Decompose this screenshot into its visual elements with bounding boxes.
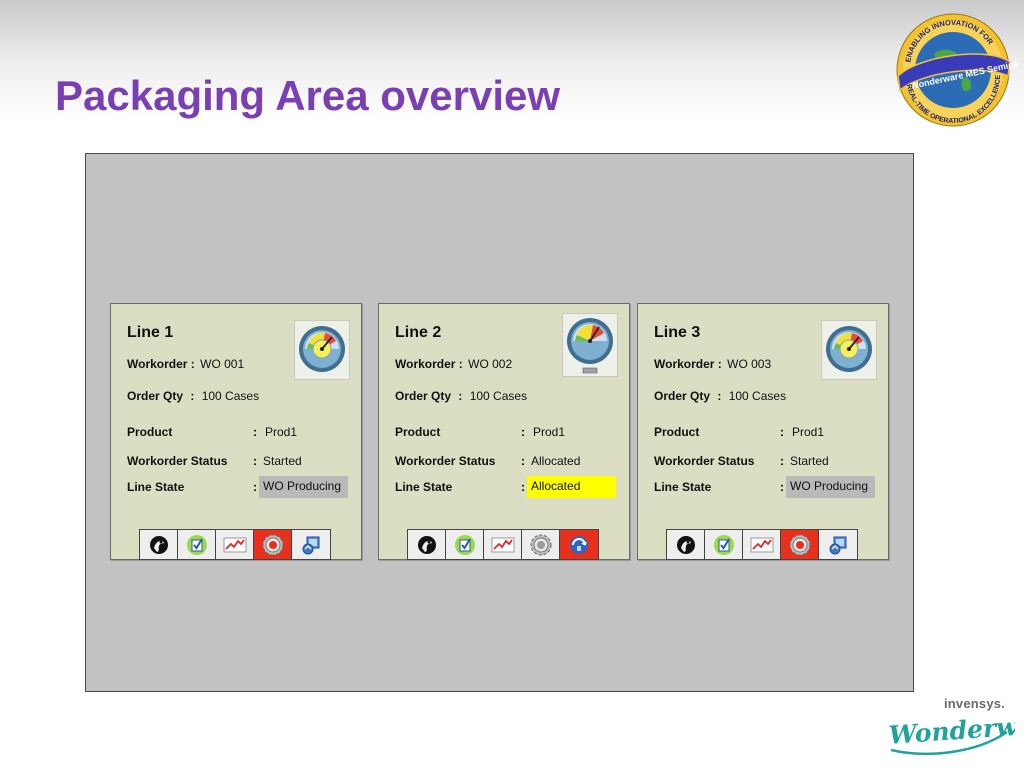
product-label: Product — [127, 425, 173, 439]
line-toolbar — [666, 529, 858, 560]
workorder-label: Workorder : — [654, 357, 722, 371]
line-state-value: WO Producing — [786, 476, 875, 498]
checklist-icon — [454, 534, 475, 555]
downtime-button[interactable] — [408, 530, 446, 559]
production-icon — [302, 536, 320, 554]
checklist-icon — [713, 534, 734, 555]
checklist-icon — [186, 534, 207, 555]
order-qty-label: Order Qty — [127, 389, 184, 403]
workorder-status-label: Workorder Status — [127, 454, 228, 468]
workorder-status-label: Workorder Status — [654, 454, 755, 468]
production-icon — [829, 536, 847, 554]
speed-gauge-icon[interactable] — [821, 320, 877, 380]
downtime-icon — [676, 535, 695, 554]
workorder-status-value: Started — [790, 454, 829, 468]
product-colon: : — [521, 425, 525, 439]
checklist-button[interactable] — [446, 530, 484, 559]
line-title: Line 2 — [395, 324, 442, 341]
settings-button[interactable] — [254, 530, 292, 559]
workorder-label: Workorder : — [127, 357, 195, 371]
product-value: Prod1 — [792, 425, 825, 439]
checklist-button[interactable] — [178, 530, 216, 559]
line-state-label: Line State — [127, 480, 185, 494]
trend-chart-icon — [750, 537, 773, 552]
workorder-value: WO 003 — [727, 357, 772, 371]
order-qty-label: Order Qty — [654, 389, 711, 403]
checklist-button[interactable] — [705, 530, 743, 559]
product-label: Product — [654, 425, 700, 439]
line-toolbar — [407, 529, 599, 560]
production-icon — [570, 535, 588, 554]
trend-chart-icon — [223, 537, 246, 552]
line-card-1[interactable]: Line 1 Workorder : WO 001 Order Qty : 10… — [110, 303, 362, 560]
product-value: Prod1 — [533, 425, 566, 439]
line-toolbar — [139, 529, 331, 560]
line-state-label: Line State — [395, 480, 453, 494]
workorder-status-label: Workorder Status — [395, 454, 496, 468]
settings-button[interactable] — [522, 530, 560, 559]
trend-button[interactable] — [216, 530, 254, 559]
production-button[interactable] — [819, 530, 857, 559]
page-title: Packaging Area overview — [55, 72, 561, 119]
downtime-icon — [417, 535, 436, 554]
gear-icon — [530, 534, 551, 555]
gear-icon — [262, 534, 283, 555]
downtime-icon — [149, 535, 168, 554]
workorder-label: Workorder : — [395, 357, 463, 371]
downtime-button[interactable] — [140, 530, 178, 559]
gear-icon — [789, 534, 810, 555]
order-qty-value: 100 Cases — [469, 389, 528, 403]
product-row: Product — [127, 425, 172, 439]
workorder-status-value: Started — [263, 454, 302, 468]
line-state-colon: : — [253, 480, 257, 494]
status-colon: : — [780, 454, 784, 468]
settings-button[interactable] — [781, 530, 819, 559]
trend-button[interactable] — [743, 530, 781, 559]
product-colon: : — [780, 425, 784, 439]
line-state-colon: : — [521, 480, 525, 494]
line-title: Line 3 — [654, 324, 701, 341]
order-qty-label: Order Qty — [395, 389, 452, 403]
workorder-value: WO 001 — [200, 357, 245, 371]
line-state-value: Allocated — [527, 476, 616, 498]
status-colon: : — [521, 454, 525, 468]
trend-button[interactable] — [484, 530, 522, 559]
product-value: Prod1 — [265, 425, 298, 439]
wonderware-logo: invensys. Wonderware — [885, 696, 1015, 762]
line-state-value: WO Producing — [259, 476, 348, 498]
line-state-colon: : — [780, 480, 784, 494]
product-label: Product — [395, 425, 441, 439]
order-qty-value: 100 Cases — [201, 389, 260, 403]
order-qty-colon: : — [717, 389, 722, 403]
order-qty-colon: : — [458, 389, 463, 403]
downtime-button[interactable] — [667, 530, 705, 559]
seminar-seal-logo: Wonderware MES Seminar ENABLING INNOVATI… — [888, 6, 1023, 131]
production-button[interactable] — [560, 530, 598, 559]
trend-chart-icon — [491, 537, 514, 552]
order-qty-value: 100 Cases — [728, 389, 787, 403]
line-card-2[interactable]: Line 2 Workorder : WO 002 Order Qty : 10… — [378, 303, 630, 560]
speed-gauge-icon[interactable] — [562, 313, 618, 377]
wonderware-wordmark: Wonderware — [888, 709, 1015, 750]
production-button[interactable] — [292, 530, 330, 559]
workorder-value: WO 002 — [468, 357, 513, 371]
order-qty-colon: : — [190, 389, 195, 403]
workorder-status-value: Allocated — [531, 454, 581, 468]
speed-gauge-icon[interactable] — [294, 320, 350, 380]
product-colon: : — [253, 425, 257, 439]
line-state-label: Line State — [654, 480, 712, 494]
line-title: Line 1 — [127, 324, 174, 341]
line-card-3[interactable]: Line 3 Workorder : WO 003 Order Qty : 10… — [637, 303, 889, 560]
status-colon: : — [253, 454, 257, 468]
